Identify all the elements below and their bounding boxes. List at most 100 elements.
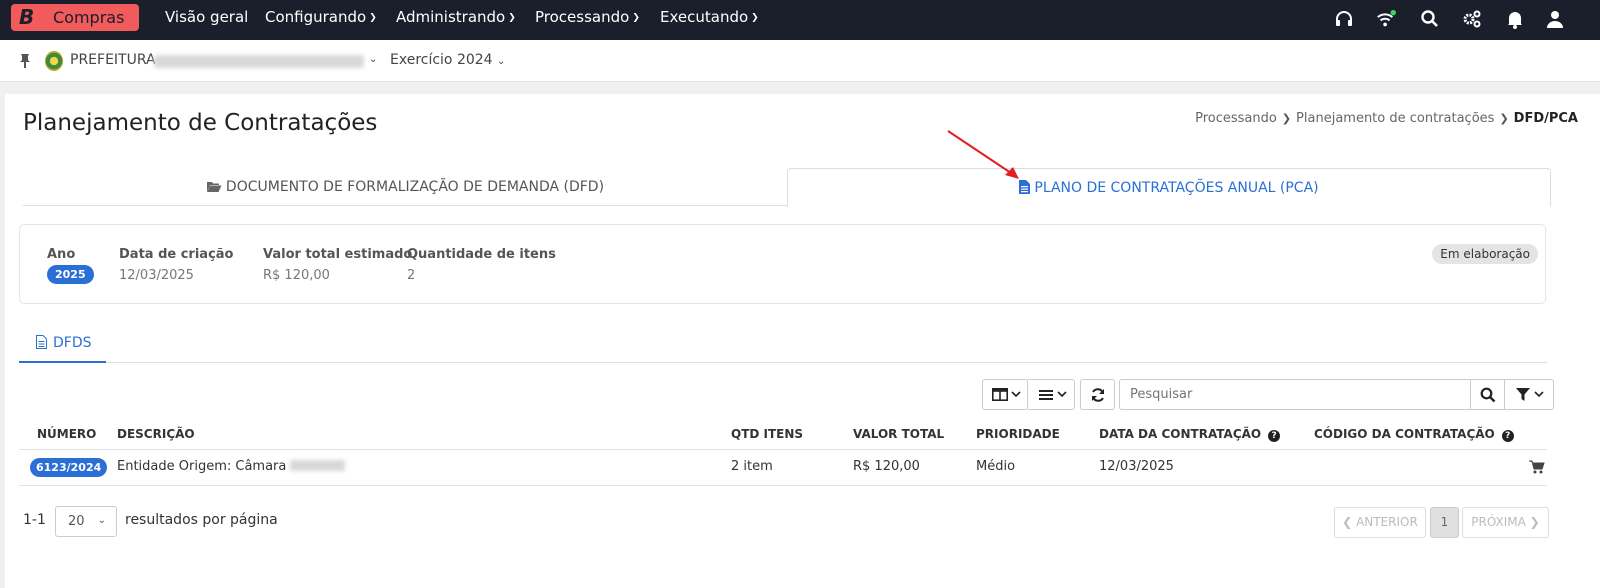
pin-icon[interactable]: [18, 53, 32, 69]
tab-dfd-label: DOCUMENTO DE FORMALIZAÇÃO DE DEMANDA (DF…: [225, 179, 605, 195]
nav-label: Executando: [660, 8, 749, 26]
breadcrumb: Processando ❯ Planejamento de contratações…: [1195, 111, 1578, 126]
brand-logo[interactable]: B Compras: [11, 4, 139, 31]
nav-executando[interactable]: Executando ❯: [660, 8, 759, 26]
year-badge: 2025: [47, 265, 94, 284]
help-icon[interactable]: ?: [1268, 430, 1281, 442]
cell-data: 12/03/2025: [1099, 459, 1174, 474]
context-bar: PREFEITURA ⌄ Exercício 2024 ⌄: [0, 40, 1600, 82]
nav-label: Configurando: [265, 8, 367, 26]
chevron-down-icon: ❯: [369, 13, 377, 23]
tab-dfds[interactable]: DFDS: [19, 328, 106, 363]
col-codigo-label: CÓDIGO DA CONTRATAÇÃO: [1314, 427, 1495, 441]
col-descricao[interactable]: DESCRIÇÃO: [117, 427, 195, 441]
cell-descricao: Entidade Origem: Câmara: [117, 459, 346, 474]
chevron-right-icon: ❯: [1529, 515, 1540, 529]
chevron-left-icon: ❮: [1342, 515, 1353, 529]
help-icon[interactable]: ?: [1501, 430, 1514, 442]
brand-letter: B: [19, 5, 35, 29]
col-codigo[interactable]: CÓDIGO DA CONTRATAÇÃO?: [1314, 427, 1514, 442]
nav-visao-geral[interactable]: Visão geral: [165, 8, 248, 26]
col-qtd[interactable]: QTD ITENS: [731, 427, 803, 441]
annotation-arrow-icon: [947, 130, 1019, 179]
col-valor[interactable]: VALOR TOTAL: [853, 427, 944, 441]
page-title: Planejamento de Contratações: [23, 110, 378, 136]
chevron-down-icon: [1057, 391, 1067, 398]
gears-icon[interactable]: [1462, 9, 1482, 29]
tab-dfds-label: DFDS: [53, 335, 92, 351]
tab-dfd[interactable]: DOCUMENTO DE FORMALIZAÇÃO DE DEMANDA (DF…: [23, 168, 787, 206]
nav-administrando[interactable]: Administrando ❯: [396, 8, 516, 26]
sub-tab-bar: DFDS: [19, 328, 1547, 363]
folder-open-icon: [206, 182, 222, 192]
descricao-text: Entidade Origem: Câmara: [117, 459, 287, 474]
list-icon: [1039, 390, 1053, 400]
top-navbar: B Compras Visão geral Configurando ❯ Admi…: [0, 0, 1600, 40]
nav-label: Processando: [535, 8, 630, 26]
next-page-button[interactable]: PRÓXIMA ❯: [1462, 507, 1549, 538]
summary-created: Data de criação 12/03/2025: [119, 247, 233, 283]
chevron-down-icon: [1534, 391, 1544, 398]
bell-icon[interactable]: [1505, 9, 1525, 29]
user-icon[interactable]: [1545, 9, 1565, 29]
table-row[interactable]: 6123/2024 Entidade Origem: Câmara 2 item…: [19, 450, 1547, 486]
prev-page-button[interactable]: ❮ ANTERIOR: [1334, 507, 1426, 538]
col-prioridade[interactable]: PRIORIDADE: [976, 427, 1060, 441]
nav-configurando[interactable]: Configurando ❯: [265, 8, 377, 26]
col-data-label: DATA DA CONTRATAÇÃO: [1099, 427, 1262, 441]
tab-pca[interactable]: PLANO DE CONTRATAÇÕES ANUAL (PCA): [787, 168, 1551, 207]
search-button[interactable]: [1470, 379, 1505, 410]
refresh-icon: [1092, 388, 1104, 402]
shopping-cart-icon[interactable]: [1529, 460, 1545, 474]
chevron-down-icon: ⌄: [497, 56, 506, 67]
breadcrumb-item[interactable]: Planejamento de contratações: [1296, 111, 1494, 126]
municipality-seal-icon: [45, 51, 63, 71]
col-data[interactable]: DATA DA CONTRATAÇÃO?: [1099, 427, 1281, 442]
search-icon[interactable]: [1420, 9, 1440, 29]
prev-label: ANTERIOR: [1356, 515, 1418, 529]
summary-total: Valor total estimado R$ 120,00: [263, 247, 412, 283]
per-page-value: 20: [68, 514, 85, 529]
chevron-down-icon: ⌄: [97, 515, 106, 526]
brand-name: Compras: [53, 8, 125, 27]
chevron-down-icon: ❯: [632, 13, 640, 23]
per-page-select[interactable]: 20 ⌄: [55, 506, 117, 537]
density-toggle-button[interactable]: [1028, 379, 1075, 410]
page-1-button[interactable]: 1: [1430, 507, 1459, 538]
headset-icon[interactable]: [1334, 9, 1354, 29]
exercise-selector[interactable]: Exercício 2024 ⌄: [390, 52, 505, 68]
results-range: 1-1: [23, 512, 46, 528]
per-page-label: resultados por página: [125, 512, 278, 528]
qty-label: Quantidade de itens: [407, 247, 556, 262]
chevron-down-icon: ❯: [508, 13, 516, 23]
summary-year: Ano 2025: [47, 247, 94, 284]
tab-bar: DOCUMENTO DE FORMALIZAÇÃO DE DEMANDA (DF…: [23, 168, 1551, 207]
col-numero[interactable]: NÚMERO: [37, 427, 96, 441]
chevron-down-icon[interactable]: ⌄: [369, 54, 377, 65]
file-text-icon: [36, 335, 47, 349]
status-badge: Em elaboração: [1432, 244, 1538, 264]
dfd-number-badge[interactable]: 6123/2024: [30, 458, 108, 477]
nav-processando[interactable]: Processando ❯: [535, 8, 640, 26]
chevron-down-icon: [1011, 391, 1021, 398]
search-input[interactable]: [1119, 379, 1471, 410]
cell-prioridade: Médio: [976, 459, 1016, 474]
org-name[interactable]: PREFEITURA: [70, 52, 156, 68]
tab-pca-label: PLANO DE CONTRATAÇÕES ANUAL (PCA): [1034, 180, 1319, 196]
columns-toggle-button[interactable]: [982, 379, 1028, 410]
chevron-down-icon: ❯: [751, 13, 759, 23]
table-header: NÚMERO DESCRIÇÃO QTD ITENS VALOR TOTAL P…: [19, 420, 1547, 450]
created-value: 12/03/2025: [119, 268, 194, 283]
nav-label: Administrando: [396, 8, 506, 26]
main-card: Planejamento de Contratações Processando…: [5, 94, 1600, 588]
filter-button[interactable]: [1504, 379, 1554, 410]
breadcrumb-current: DFD/PCA: [1513, 111, 1578, 126]
wifi-icon[interactable]: [1376, 9, 1396, 29]
filter-icon: [1516, 388, 1530, 401]
chevron-right-icon: ❯: [1499, 112, 1509, 125]
refresh-button[interactable]: [1080, 379, 1115, 410]
breadcrumb-item[interactable]: Processando: [1195, 111, 1277, 126]
total-value: R$ 120,00: [263, 268, 330, 283]
next-label: PRÓXIMA: [1471, 515, 1526, 529]
pca-summary-panel: Ano 2025 Data de criação 12/03/2025 Valo…: [19, 224, 1546, 304]
